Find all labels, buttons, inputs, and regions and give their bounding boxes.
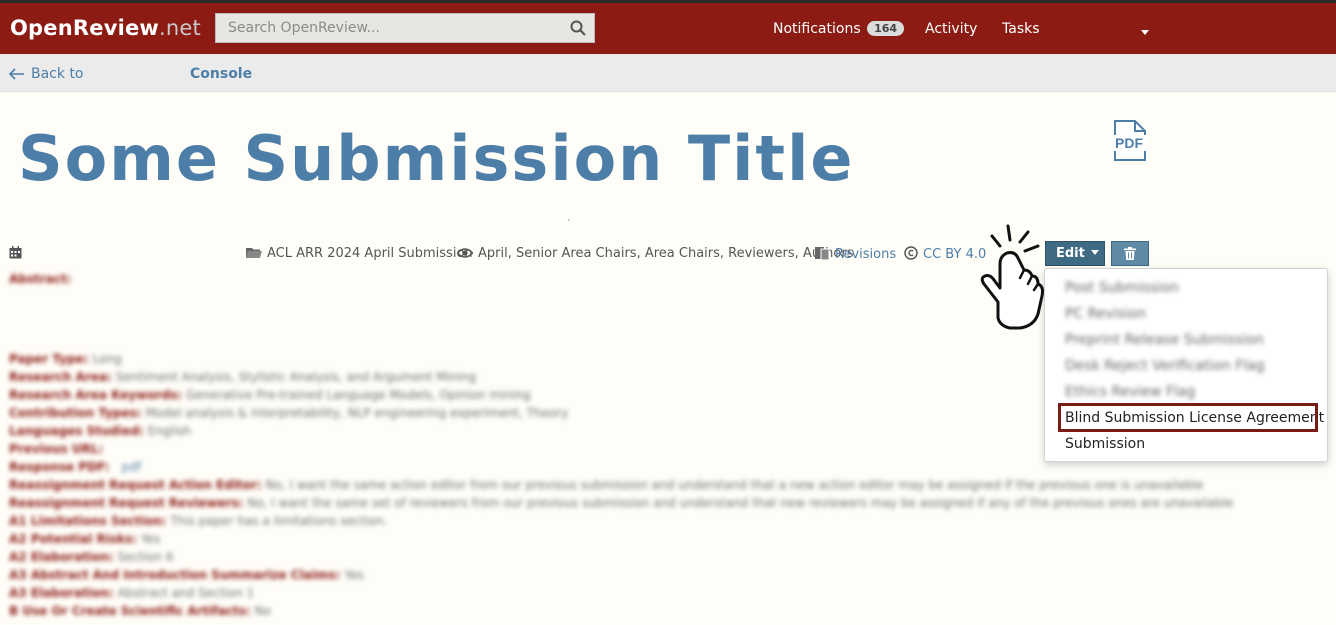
back-link[interactable]: Back to [8,66,84,82]
copyright-icon [904,246,918,260]
delete-button[interactable] [1111,241,1149,266]
field-b-artifacts: B Use Or Create Scientific Artifacts: No [9,604,271,618]
field-response-pdf: Response PDF: pdf [9,460,141,474]
brand-main: OpenReview [10,16,160,40]
search-box [215,13,595,43]
user-menu-caret-icon[interactable] [1141,30,1149,35]
caret-down-icon [1090,250,1099,255]
field-paper-type: Paper Type: Long [9,352,122,366]
field-a2-risks: A2 Potential Risks: Yes [9,532,161,546]
nav-notifications[interactable]: Notifications 164 [773,21,905,37]
revisions-icon [815,247,830,261]
revisions-label: Revisions [835,247,897,262]
field-previous-url: Previous URL: [9,442,104,456]
folder-icon [246,248,262,258]
notifications-badge: 164 [867,21,905,36]
edit-label: Edit [1056,246,1085,261]
top-navbar: OpenReview.net Notifications 164 Activit… [0,0,1336,54]
eye-icon [456,248,474,258]
venue-label: ACL ARR 2024 April Submission [267,246,473,261]
readers-info: April, Senior Area Chairs, Area Chairs, … [456,246,854,261]
field-abstract: Abstract: [9,272,72,286]
console-link[interactable]: Console [190,66,252,82]
search-icon[interactable] [570,20,586,36]
back-label: Back to [31,66,84,82]
search-input[interactable] [216,14,556,42]
readers-label: April, Senior Area Chairs, Area Chairs, … [478,246,854,261]
site-logo[interactable]: OpenReview.net [10,16,201,40]
notifications-label: Notifications [773,21,861,37]
field-a2-elaboration: A2 Elaboration: Section 6 [9,550,174,564]
submission-fields: Abstract: Paper Type: Long Research Area:… [9,270,1233,620]
field-contribution-types: Contribution Types: Model analysis & inte… [9,406,569,420]
venue-info: ACL ARR 2024 April Submission [246,246,473,261]
revisions-link[interactable]: Revisions [815,246,896,262]
edit-button[interactable]: Edit [1045,241,1105,266]
field-languages: Languages Studied: English [9,424,192,438]
sub-navbar: Back to Console [0,54,1336,92]
trash-icon [1124,247,1136,260]
pdf-download-icon[interactable]: PDF [1111,120,1147,162]
nav-tasks[interactable]: Tasks [1002,21,1040,37]
field-research-area: Research Area: Sentiment Analysis, Stylis… [9,370,477,384]
response-pdf-link[interactable]: pdf [121,460,140,474]
field-keywords: Research Area Keywords: Generative Pre-tr… [9,388,531,402]
field-reassign-reviewers: Reassignment Request Reviewers: No, I wan… [9,496,1234,510]
divider-dot [568,219,570,221]
svg-text:PDF: PDF [1115,135,1143,151]
field-reassign-ae: Reassignment Request Action Editor: No, I… [9,478,1204,492]
calendar-icon [9,246,22,259]
field-a3-elaboration: A3 Elaboration: Abstract and Section 1 [9,586,255,600]
nav-activity[interactable]: Activity [925,21,977,37]
arrow-left-icon [8,68,24,80]
field-a1-limitations: A1 Limitations Section: This paper has a … [9,514,388,528]
field-a3-claims: A3 Abstract And Introduction Summarize C… [9,568,364,582]
page-title: Some Submission Title [18,122,855,195]
brand-suffix: .net [159,16,201,40]
